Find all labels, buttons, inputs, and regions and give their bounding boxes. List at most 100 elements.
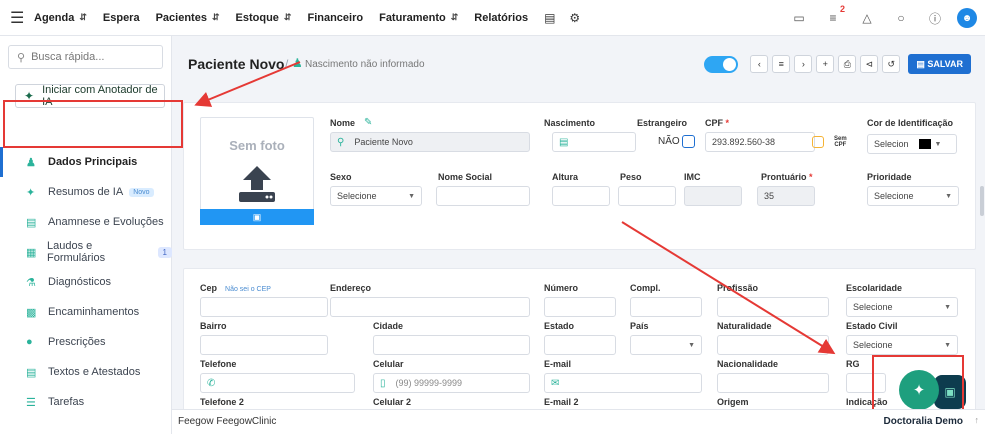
- nascimento-input[interactable]: ▤: [552, 132, 636, 152]
- history-icon[interactable]: ↺: [882, 55, 901, 73]
- nav-label: Relatórios: [474, 11, 529, 24]
- numero-input[interactable]: [544, 297, 616, 317]
- user-icon: ♟: [26, 156, 36, 169]
- prontuario-input[interactable]: 35: [757, 186, 815, 206]
- telefone-input[interactable]: ✆: [200, 373, 355, 393]
- pills-icon: ●: [26, 336, 33, 348]
- prioridade-select[interactable]: Selecione ▼: [867, 186, 959, 206]
- cep-label: Cep Não sei o CEP: [200, 283, 271, 293]
- naturalidade-label: Naturalidade: [717, 321, 772, 331]
- save-button[interactable]: ▤ SALVAR: [908, 54, 971, 74]
- card-icon[interactable]: ▭: [787, 11, 811, 25]
- nav-label: Faturamento: [379, 11, 446, 24]
- chevron-down-icon: ▼: [944, 341, 951, 349]
- sidebar-item-laudos[interactable]: ▦ Laudos e Formulários 1: [0, 237, 172, 267]
- email2-label: E-mail 2: [544, 397, 579, 407]
- quick-search-input[interactable]: ⚲ Busca rápida...: [8, 45, 163, 69]
- nav-financeiro[interactable]: Financeiro: [307, 12, 363, 24]
- sidebar-item-diagnosticos[interactable]: ⚗ Diagnósticos: [0, 267, 172, 297]
- cidade-input[interactable]: [373, 335, 530, 355]
- cor-value: Selecion: [874, 139, 909, 149]
- bairro-input[interactable]: [200, 335, 328, 355]
- cep-input[interactable]: [200, 297, 328, 317]
- chevron-down-icon: ▼: [944, 303, 951, 311]
- color-swatch: [918, 139, 931, 149]
- sidebar-item-prescricoes[interactable]: ● Prescrições: [0, 327, 172, 357]
- estrangeiro-toggle[interactable]: NÃO: [658, 135, 695, 148]
- compl-input[interactable]: [630, 297, 702, 317]
- upload-icon: [239, 166, 275, 202]
- escolaridade-select[interactable]: Selecione ▼: [846, 297, 958, 317]
- profissao-input[interactable]: [717, 297, 829, 317]
- nav-espera[interactable]: Espera: [103, 12, 140, 24]
- next-button[interactable]: ›: [794, 55, 813, 73]
- scroll-up-icon[interactable]: ↑: [975, 415, 980, 425]
- bell-icon[interactable]: △: [855, 11, 879, 25]
- nav-faturamento[interactable]: Faturamento ⇵: [379, 12, 458, 24]
- sidebar-item-tarefas[interactable]: ☰ Tarefas: [0, 387, 172, 417]
- nacionalidade-input[interactable]: [717, 373, 829, 393]
- email-input[interactable]: ✉: [544, 373, 702, 393]
- altura-input[interactable]: [552, 186, 610, 206]
- hamburger-menu-icon[interactable]: ☰: [10, 8, 26, 28]
- cpf-label: CPF *: [705, 118, 729, 128]
- user-avatar-icon[interactable]: ☻: [957, 8, 977, 28]
- nome-social-input[interactable]: [436, 186, 530, 206]
- search-icon: ⚲: [17, 51, 26, 64]
- cpf-input[interactable]: 293.892.560-38: [705, 132, 815, 152]
- gear-icon[interactable]: ⚙: [569, 11, 580, 25]
- endereco-input[interactable]: [330, 297, 530, 317]
- sidebar-item-anamnese[interactable]: ▤ Anamnese e Evoluções: [0, 207, 172, 237]
- photo-placeholder[interactable]: Sem foto: [200, 117, 314, 211]
- nav-label: Agenda: [34, 11, 75, 24]
- footer-account[interactable]: Doctoralia Demo: [884, 416, 963, 427]
- cor-label: Cor de Identificação: [867, 118, 954, 128]
- telefone2-label: Telefone 2: [200, 397, 244, 407]
- nav-label: Financeiro: [307, 11, 364, 24]
- estrangeiro-checkbox[interactable]: [681, 135, 695, 148]
- cor-select[interactable]: Selecion ▼: [867, 134, 957, 154]
- celular-input[interactable]: ▯ (99) 99999-9999: [373, 373, 530, 393]
- sidebar-item-encaminhamentos[interactable]: ▩ Encaminhamentos: [0, 297, 172, 327]
- cep-lookup-link[interactable]: Não sei o CEP: [225, 286, 271, 293]
- chat-icon[interactable]: ○: [889, 11, 913, 25]
- print-icon[interactable]: ⎙: [838, 55, 857, 73]
- profissao-label: Profissão: [717, 283, 759, 293]
- nome-input[interactable]: ⚲ Paciente Novo: [330, 132, 530, 152]
- sexo-select[interactable]: Selecione ▼: [330, 186, 422, 206]
- active-toggle[interactable]: [704, 55, 739, 73]
- prev-button[interactable]: ‹: [750, 55, 769, 73]
- peso-input[interactable]: [618, 186, 676, 206]
- edit-icon[interactable]: ✎: [364, 117, 372, 128]
- help-icon[interactable]: ⓘ: [923, 10, 947, 27]
- chevron-updown-icon: ⇵: [79, 12, 87, 22]
- nome-value: Paciente Novo: [354, 137, 413, 147]
- sidebar-item-dados-principais[interactable]: ♟ Dados Principais: [0, 147, 172, 177]
- pais-select[interactable]: ▼: [630, 335, 702, 355]
- stethoscope-icon: ⚗: [26, 276, 36, 289]
- nascimento-label: Nascimento: [544, 118, 596, 128]
- add-button[interactable]: +: [816, 55, 835, 73]
- numero-label: Número: [544, 283, 579, 293]
- escolaridade-label: Escolaridade: [846, 283, 903, 293]
- list-icon[interactable]: ≡ 2: [821, 4, 845, 25]
- naturalidade-input[interactable]: [717, 335, 829, 355]
- page-scrollbar[interactable]: [979, 36, 985, 409]
- sem-cpf-checkbox[interactable]: [812, 136, 824, 148]
- estado-civil-select[interactable]: Selecione ▼: [846, 335, 958, 355]
- sidebar-item-textos[interactable]: ▤ Textos e Atestados: [0, 357, 172, 387]
- nav-agenda[interactable]: Agenda ⇵: [34, 12, 87, 24]
- database-icon[interactable]: ▤: [544, 11, 555, 25]
- nav-label: Estoque: [235, 11, 279, 24]
- nav-relatorios[interactable]: Relatórios: [474, 12, 528, 24]
- share-icon[interactable]: ⊲: [860, 55, 879, 73]
- nav-pacientes[interactable]: Pacientes ⇵: [156, 12, 220, 24]
- list-button[interactable]: ≡: [772, 55, 791, 73]
- scrollbar-thumb[interactable]: [980, 186, 984, 216]
- estado-input[interactable]: [544, 335, 616, 355]
- nav-estoque[interactable]: Estoque ⇵: [236, 12, 292, 24]
- chevron-down-icon: ▼: [945, 192, 952, 200]
- camera-button[interactable]: ▣: [200, 209, 314, 225]
- prontuario-label-text: Prontuário: [761, 172, 807, 182]
- sidebar-item-resumos-ia[interactable]: ✦ Resumos de IA Novo: [0, 177, 172, 207]
